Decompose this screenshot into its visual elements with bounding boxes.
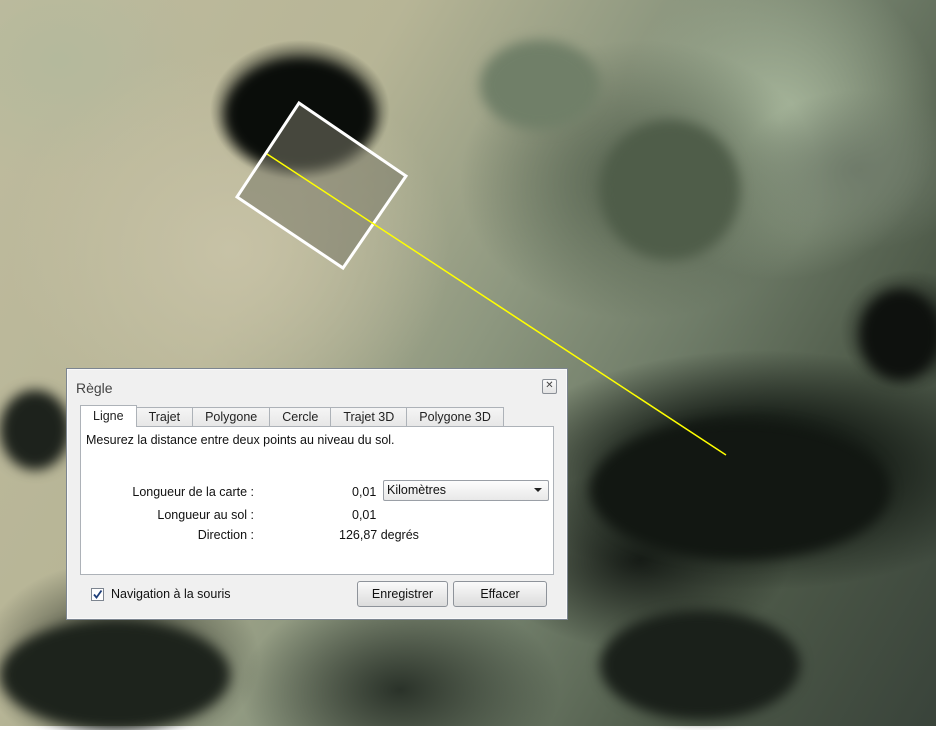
ground-length-value: 0,01	[352, 508, 377, 522]
map-length-label: Longueur de la carte :	[132, 485, 254, 499]
tab-panel: Mesurez la distance entre deux points au…	[80, 426, 554, 575]
unit-select[interactable]: Kilomètres	[383, 480, 549, 501]
description-text: Mesurez la distance entre deux points au…	[86, 433, 395, 447]
tab-cercle[interactable]: Cercle	[269, 407, 332, 427]
clear-button[interactable]: Effacer	[453, 581, 547, 607]
measured-building-outline	[234, 100, 409, 271]
chevron-down-icon	[534, 488, 542, 492]
mouse-navigation-label: Navigation à la souris	[111, 587, 231, 601]
unit-select-value: Kilomètres	[387, 483, 447, 497]
tab-trajet-3d[interactable]: Trajet 3D	[330, 407, 408, 427]
map-length-value: 0,01	[352, 485, 377, 499]
ground-length-label: Longueur au sol :	[157, 508, 254, 522]
direction-value: 126,87 degrés	[339, 528, 419, 542]
save-button[interactable]: Enregistrer	[357, 581, 448, 607]
close-icon[interactable]: ✕	[542, 379, 557, 394]
tab-polygone-3d[interactable]: Polygone 3D	[406, 407, 504, 427]
checkmark-icon	[93, 589, 103, 599]
dialog-title: Règle	[76, 380, 113, 396]
tab-bar: Ligne Trajet Polygone Cercle Trajet 3D P…	[80, 405, 504, 427]
mouse-navigation-checkbox[interactable]	[91, 588, 104, 601]
direction-label: Direction :	[197, 528, 254, 542]
tab-trajet[interactable]: Trajet	[135, 407, 194, 427]
tab-polygone[interactable]: Polygone	[192, 407, 271, 427]
ruler-dialog: Règle ✕ Ligne Trajet Polygone Cercle Tra…	[66, 368, 568, 620]
tab-ligne[interactable]: Ligne	[80, 405, 137, 427]
